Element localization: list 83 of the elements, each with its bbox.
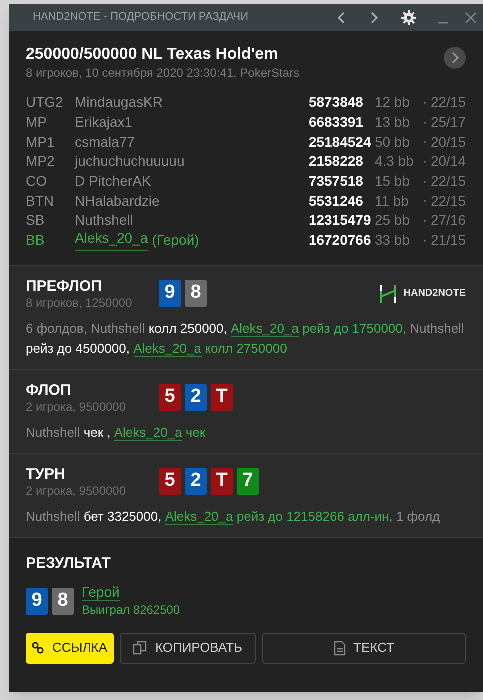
- result-amount: Выиграл 8262500: [82, 602, 180, 618]
- playing-card: T: [211, 468, 233, 494]
- player-stats: 21/15: [430, 231, 466, 250]
- stack-amount: 12315479: [308, 211, 372, 230]
- big-blinds: 33 bb: [374, 231, 411, 250]
- player-link[interactable]: Aleks_20_a: [134, 340, 202, 356]
- player-stats: 20/15: [430, 132, 466, 152]
- action-line: Nuthshell чек , Aleks_20_a чек: [26, 424, 207, 442]
- big-blinds: 12 bb: [374, 93, 411, 112]
- player-link[interactable]: Aleks_20_a: [114, 424, 182, 440]
- player-name: Erikajax1: [75, 113, 133, 132]
- logo-text: HAND2NOTE: [404, 287, 466, 301]
- section-subtitle: 8 игроков, 1250000: [26, 296, 134, 310]
- action-line: 6 фолдов, Nuthshell колл 250000, Aleks_20_a рейз до 1750000, Nuthshell рейз до 4500000, Aleks_20_a колл 2750000: [26, 320, 466, 358]
- player-name: juchuchuchuuuuu: [75, 152, 185, 172]
- document-icon: [334, 640, 346, 656]
- position-label: MP: [26, 113, 48, 132]
- copy-icon: [133, 641, 148, 655]
- settings-icon[interactable]: [401, 10, 417, 26]
- big-blinds: 11 bb: [374, 192, 410, 211]
- playing-card: 7: [237, 468, 259, 494]
- action-button[interactable]: ТЕКСТ: [262, 632, 466, 664]
- chevron-right-icon[interactable]: [369, 10, 379, 24]
- playing-card: 8: [52, 588, 74, 614]
- position-label: BB: [26, 231, 46, 250]
- big-blinds: 50 bb: [374, 132, 411, 152]
- player-name: NHalabardzie: [75, 192, 160, 211]
- hand-subtitle: 8 игроков, 10 сентября 2020 23:30:41, PokerStars: [26, 65, 301, 81]
- player-name: D PitcherAK: [75, 172, 152, 192]
- stack-amount: 5531246: [308, 192, 364, 211]
- playing-card: 2: [185, 384, 207, 410]
- position-label: MP1: [26, 132, 56, 152]
- position-label: BTN: [26, 192, 55, 211]
- stack-amount: 25184524: [308, 132, 372, 152]
- big-blinds: 25 bb: [374, 211, 411, 230]
- playing-card: 2: [185, 468, 207, 494]
- close-icon[interactable]: [465, 12, 477, 24]
- hand-title: 250000/500000 NL Texas Hold'em: [26, 45, 280, 65]
- playing-card: 9: [26, 588, 48, 614]
- player-stats: 27/16: [430, 211, 466, 230]
- player-link[interactable]: Aleks_20_a: [165, 508, 234, 524]
- action-line: Nuthshell бет 3325000, Aleks_20_a рейз до 12158266 алл-ин, 1 фолд: [26, 508, 442, 526]
- position-label: UTG2: [26, 93, 64, 112]
- player-name: csmala77: [75, 132, 135, 152]
- action-button[interactable]: КОПИРОВАТЬ: [120, 632, 256, 664]
- player-stats: 25/17: [430, 113, 466, 132]
- stack-amount: 6683391: [308, 113, 364, 132]
- action-button[interactable]: ССЫЛКА: [26, 632, 114, 664]
- big-blinds: 15 bb: [374, 172, 411, 192]
- player-stats: 20/14: [430, 152, 466, 172]
- stack-amount: 7357518: [308, 172, 364, 192]
- playing-card: 5: [159, 468, 181, 494]
- section-title: ПРЕФЛОП: [26, 278, 103, 296]
- player-name: Nuthshell: [75, 211, 134, 230]
- link-icon: [32, 642, 44, 654]
- player-stats: 22/15: [430, 172, 466, 192]
- section-title: РЕЗУЛЬТАТ: [26, 554, 112, 574]
- player-link[interactable]: Герой: [82, 584, 120, 600]
- playing-card: T: [211, 384, 233, 410]
- playing-card: 8: [185, 280, 207, 306]
- playing-card: 5: [159, 384, 181, 410]
- window-title: HAND2NOTE - ПОДРОБНОСТИ РАЗДАЧИ: [33, 10, 250, 26]
- position-label: MP2: [26, 152, 56, 172]
- player-name: MindaugasKR: [75, 93, 163, 112]
- big-blinds: 13 bb: [374, 113, 411, 132]
- section-title: ФЛОП: [26, 382, 72, 400]
- stack-amount: 16720766: [308, 231, 372, 250]
- stack-amount: 2158228: [308, 152, 364, 172]
- logo-icon: [380, 284, 396, 304]
- player-stats: 22/15: [430, 192, 466, 211]
- section-subtitle: 2 игрока, 9500000: [26, 400, 128, 414]
- chevron-left-icon[interactable]: [337, 10, 347, 24]
- stack-amount: 5873848: [308, 93, 364, 112]
- player-link[interactable]: Aleks_20_a: [231, 320, 299, 336]
- player-stats: 22/15: [430, 93, 466, 112]
- section-title: ТУРН: [26, 466, 66, 484]
- big-blinds: 4.3 bb: [374, 152, 415, 172]
- player-link[interactable]: Aleks_20_a: [75, 230, 148, 252]
- section-subtitle: 2 игрока, 9500000: [26, 484, 128, 498]
- position-label: CO: [26, 172, 48, 192]
- playing-card: 9: [159, 280, 181, 306]
- hero-label: (Герой): [152, 231, 200, 250]
- position-label: SB: [26, 211, 46, 230]
